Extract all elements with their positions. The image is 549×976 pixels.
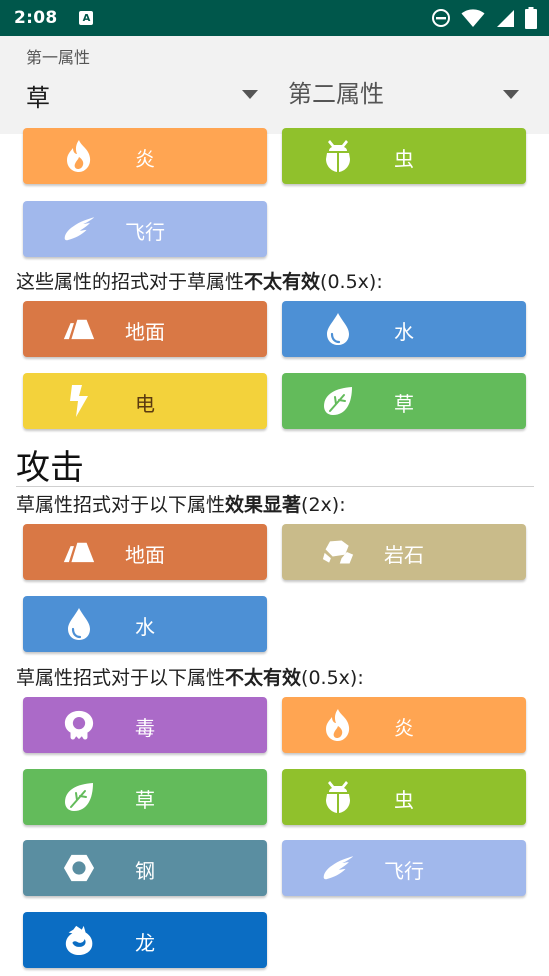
attack-section-title: 攻击 <box>16 448 84 488</box>
second-type-dropdown[interactable]: 第二属性 <box>288 74 384 109</box>
type-button-fire[interactable]: 炎 <box>23 128 267 184</box>
battery-icon <box>525 7 537 29</box>
type-button-fire[interactable]: 炎 <box>282 697 526 753</box>
status-time: 2:08 <box>14 8 58 28</box>
type-button-flying[interactable]: 飞行 <box>282 840 526 896</box>
second-type-dropdown-arrow-icon[interactable] <box>503 90 519 99</box>
type-button-label: 毒 <box>135 716 155 740</box>
type-button-label: 炎 <box>135 147 155 171</box>
type-button-electric[interactable]: 电 <box>23 373 267 429</box>
cell-signal-icon <box>497 10 514 27</box>
type-button-steel[interactable]: 钢 <box>23 840 267 896</box>
type-button-label: 岩石 <box>384 543 424 567</box>
type-button-label: 炎 <box>394 716 414 740</box>
type-button-poison[interactable]: 毒 <box>23 697 267 753</box>
do-not-disturb-icon <box>432 9 450 27</box>
type-button-bug[interactable]: 虫 <box>282 769 526 825</box>
attack-not-effective-hint: 草属性招式对于以下属性不太有效(0.5x): <box>16 667 364 689</box>
type-button-water[interactable]: 水 <box>23 596 267 652</box>
type-button-water[interactable]: 水 <box>282 301 526 357</box>
type-button-label: 电 <box>135 392 155 416</box>
type-button-label: 钢 <box>135 859 155 883</box>
type-button-ground[interactable]: 地面 <box>23 301 267 357</box>
wifi-icon <box>461 9 485 27</box>
type-button-label: 水 <box>135 615 155 639</box>
type-button-label: 草 <box>394 392 414 416</box>
defense-not-effective-hint: 这些属性的招式对于草属性不太有效(0.5x): <box>16 271 383 293</box>
attack-super-effective-hint: 草属性招式对于以下属性效果显著(2x): <box>16 494 346 516</box>
type-button-label: 草 <box>135 788 155 812</box>
type-button-label: 飞行 <box>125 220 165 244</box>
type-selector-bar: 第一属性 草 第二属性 <box>0 36 549 134</box>
type-button-grass[interactable]: 草 <box>282 373 526 429</box>
first-type-dropdown-arrow-icon[interactable] <box>242 90 258 99</box>
status-bar: 2:08 A <box>0 0 549 36</box>
type-button-label: 地面 <box>125 543 165 567</box>
type-button-label: 飞行 <box>384 859 424 883</box>
section-divider <box>16 486 534 487</box>
type-button-label: 虫 <box>394 147 414 171</box>
status-icons <box>431 7 537 29</box>
type-button-label: 水 <box>394 320 414 344</box>
type-button-ground[interactable]: 地面 <box>23 524 267 580</box>
type-button-bug[interactable]: 虫 <box>282 128 526 184</box>
type-button-label: 龙 <box>135 931 155 955</box>
first-type-dropdown[interactable]: 草 <box>26 78 50 113</box>
notification-badge-icon: A <box>79 11 94 25</box>
type-button-label: 地面 <box>125 320 165 344</box>
type-button-grass[interactable]: 草 <box>23 769 267 825</box>
type-button-flying[interactable]: 飞行 <box>23 201 267 257</box>
type-button-rock[interactable]: 岩石 <box>282 524 526 580</box>
type-button-label: 虫 <box>394 788 414 812</box>
type-button-dragon[interactable]: 龙 <box>23 912 267 968</box>
first-type-label: 第一属性 <box>26 48 91 67</box>
